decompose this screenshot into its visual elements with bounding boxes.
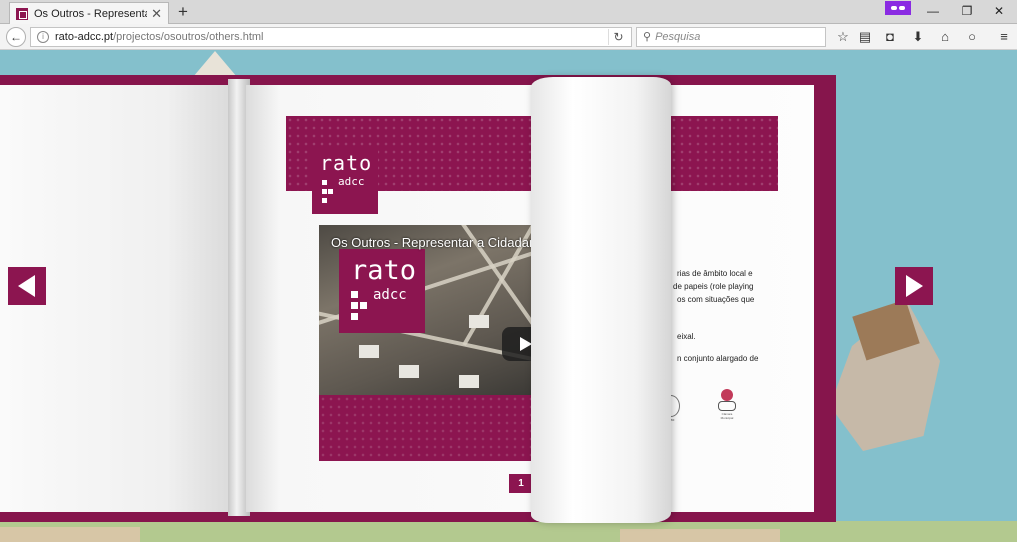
back-icon[interactable]: ← — [6, 27, 26, 47]
video-logo: rato adcc — [339, 249, 425, 333]
logo-name: rato — [320, 151, 373, 175]
page-text-line: de papeis (role playing — [673, 282, 754, 291]
download-icon[interactable]: ⬇ — [910, 29, 926, 45]
page-text-line: os com situações que — [677, 295, 755, 304]
video-logo-sub: adcc — [373, 287, 407, 303]
private-mask-icon — [885, 1, 911, 15]
tab-bar: Os Outros - Representar a ... ✕ + — ❐ ✕ — [0, 0, 1017, 24]
pocket-icon[interactable]: ◘ — [882, 29, 898, 45]
page-text-line: n conjunto alargado de — [677, 354, 759, 363]
logo-sub: adcc — [338, 175, 365, 188]
partner-logo-crane: Câmara Municipal — [716, 389, 738, 420]
search-input[interactable]: ⚲ Pesquisa — [636, 27, 826, 47]
tab-close-icon[interactable]: ✕ — [151, 6, 162, 22]
crane-body — [718, 401, 736, 411]
url-path: /projectos/osoutros/others.html — [113, 31, 264, 43]
tab-title: Os Outros - Representar a ... — [34, 7, 147, 20]
search-placeholder: Pesquisa — [655, 31, 701, 43]
video-scene — [469, 315, 489, 328]
restore-icon[interactable]: ❐ — [952, 2, 982, 20]
page-text-line: rias de âmbito local e — [677, 269, 753, 278]
favicon-icon — [16, 7, 28, 20]
minimize-icon[interactable]: — — [918, 2, 948, 20]
background-ground — [0, 521, 1017, 542]
menu-icon[interactable]: ≡ — [996, 29, 1012, 45]
video-scene — [359, 345, 379, 358]
reload-icon[interactable]: ↻ — [608, 29, 628, 45]
home-icon[interactable]: ⌂ — [937, 29, 953, 45]
crane-icon — [721, 389, 733, 401]
previous-page-arrow-icon[interactable] — [8, 267, 46, 305]
background-sand — [0, 527, 140, 542]
info-icon[interactable]: i — [37, 31, 49, 43]
close-window-icon[interactable]: ✕ — [984, 2, 1014, 20]
page-number[interactable]: 1 — [509, 474, 533, 493]
video-title: Os Outros - Representar a Cidadan — [331, 235, 531, 250]
rato-adcc-logo: rato adcc — [312, 147, 378, 214]
turning-page[interactable] — [531, 77, 671, 523]
reading-list-icon[interactable]: ▤ — [857, 29, 873, 45]
next-page-arrow-icon[interactable] — [895, 267, 933, 305]
video-player[interactable]: rato adcc Os Outros - Representar a Cida… — [319, 225, 531, 395]
page-viewport: rato adcc rato adcc Os Outros - Represen… — [0, 51, 1017, 542]
search-icon: ⚲ — [643, 31, 652, 43]
bookmark-star-icon[interactable]: ☆ — [835, 29, 851, 45]
chat-icon[interactable]: ○ — [964, 29, 980, 45]
url-host: rato-adcc.pt — [55, 31, 114, 43]
video-logo-name: rato — [351, 255, 417, 286]
navigation-bar: ← i rato-adcc.pt/projectos/osoutros/othe… — [0, 24, 1017, 50]
background-tower — [193, 51, 237, 77]
video-scene — [399, 365, 419, 378]
browser-tab[interactable]: Os Outros - Representar a ... ✕ — [9, 2, 169, 24]
partner-logo-caption: Câmara Municipal — [720, 412, 734, 420]
video-footer-band — [319, 395, 531, 461]
video-scene — [459, 375, 479, 388]
background-sand — [620, 529, 780, 542]
page-text-line: eixal. — [677, 332, 696, 341]
new-tab-button[interactable]: + — [175, 2, 191, 22]
url-bar[interactable]: i rato-adcc.pt/projectos/osoutros/others… — [30, 27, 632, 47]
play-icon[interactable] — [502, 327, 531, 361]
